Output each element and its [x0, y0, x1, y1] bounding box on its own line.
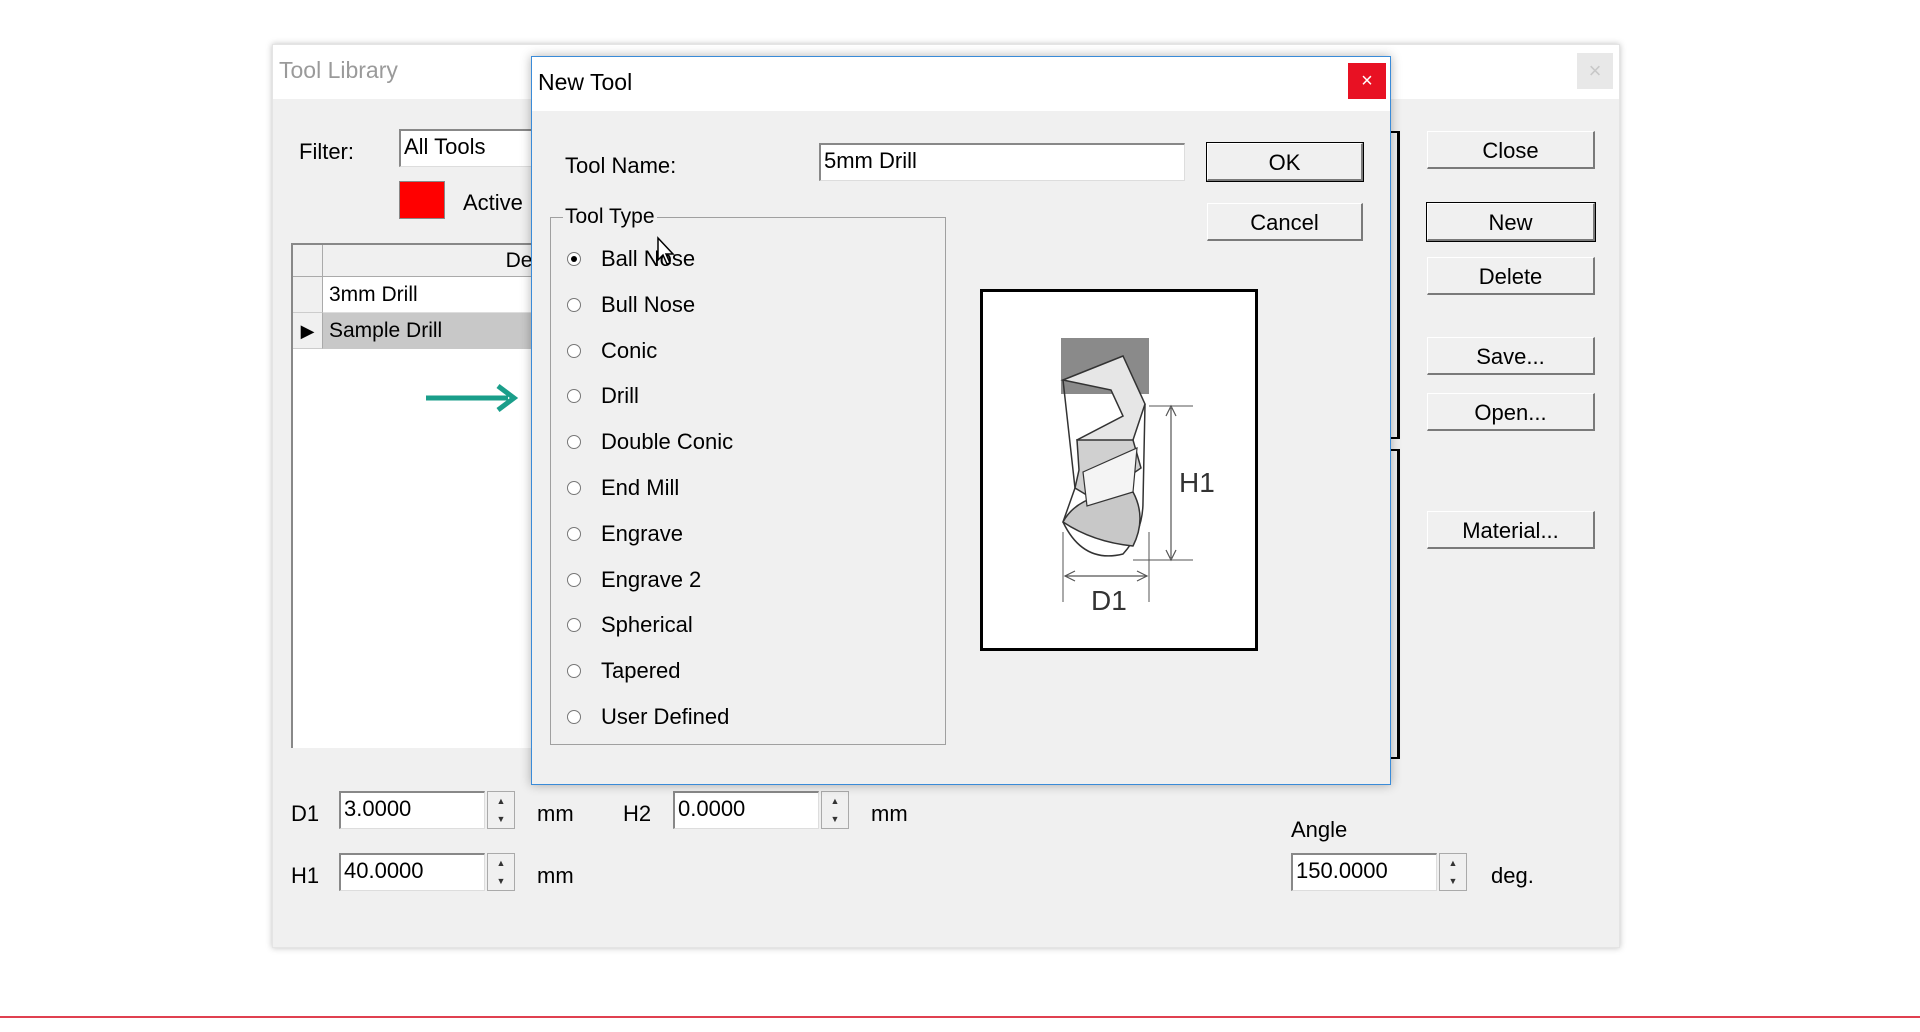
new-tool-dialog: New Tool × Tool Name: 5mm Drill OK Cance…	[531, 56, 1391, 785]
h2-label: H2	[623, 801, 652, 826]
radio-button[interactable]	[567, 526, 581, 541]
cancel-button[interactable]: Cancel	[1207, 203, 1363, 241]
radio-label: Conic	[601, 337, 658, 363]
h2-input[interactable]: 0.0000	[673, 791, 819, 829]
radio-button[interactable]	[567, 572, 581, 587]
radio-label: Tapered	[601, 658, 681, 684]
d1-label: D1	[291, 801, 320, 826]
radio-label: Bull Nose	[601, 291, 696, 317]
tool-name-input[interactable]: 5mm Drill	[819, 143, 1185, 181]
radio-double-conic[interactable]: Double Conic	[567, 427, 733, 457]
radio-tapered[interactable]: Tapered	[567, 656, 681, 686]
radio-end-mill[interactable]: End Mill	[567, 473, 679, 503]
radio-button[interactable]	[567, 481, 581, 495]
radio-button[interactable]	[567, 297, 581, 312]
radio-label: Ball Nose	[601, 246, 696, 271]
tool-type-label: Tool Type	[563, 205, 657, 229]
table-corner-header	[293, 245, 323, 277]
new-tool-title: New Tool	[538, 69, 633, 95]
ok-button[interactable]: OK	[1206, 142, 1364, 182]
close-icon[interactable]: ×	[1577, 53, 1613, 89]
filter-select[interactable]: All Tools	[399, 129, 549, 167]
radio-button[interactable]	[567, 435, 581, 450]
radio-button[interactable]	[567, 664, 581, 679]
angle-input[interactable]: 150.0000	[1291, 853, 1437, 891]
active-label: Active	[463, 190, 523, 215]
radio-button[interactable]	[567, 252, 581, 266]
h2-stepper[interactable]: ▲ ▼	[821, 791, 849, 829]
angle-unit: deg.	[1491, 863, 1534, 888]
table-header-description[interactable]: Des	[323, 245, 543, 277]
h1-label: H1	[291, 863, 320, 888]
table-row-selected[interactable]: Sample Drill	[323, 313, 543, 349]
row-selected-marker-icon[interactable]: ▶	[293, 313, 323, 349]
tool-library-title: Tool Library	[279, 57, 398, 83]
mouse-cursor-icon	[657, 236, 675, 265]
accent-line	[0, 1016, 1920, 1018]
tool-list-table[interactable]: Des 3mm Drill ▶ Sample Drill	[291, 243, 543, 748]
angle-stepper[interactable]: ▲ ▼	[1439, 853, 1467, 891]
delete-button[interactable]: Delete	[1427, 257, 1595, 295]
h1-stepper[interactable]: ▲ ▼	[487, 853, 515, 891]
h1-unit: mm	[537, 863, 574, 888]
diagram-h1-label: H1	[1179, 467, 1215, 498]
radio-label: Engrave 2	[601, 566, 702, 592]
radio-label: End Mill	[601, 475, 680, 500]
active-color-swatch[interactable]	[399, 181, 445, 219]
new-button[interactable]: New	[1426, 202, 1596, 242]
close-button[interactable]: Close	[1427, 131, 1595, 169]
radio-label: User Defined	[601, 704, 730, 729]
new-tool-titlebar: New Tool ×	[532, 57, 1390, 111]
radio-button[interactable]	[567, 618, 581, 633]
radio-engrave-2[interactable]: Engrave 2	[567, 565, 701, 595]
radio-button[interactable]	[567, 389, 581, 404]
radio-label: Double Conic	[601, 429, 734, 455]
radio-conic[interactable]: Conic	[567, 336, 657, 366]
tool-name-label: Tool Name:	[565, 153, 677, 178]
d1-stepper[interactable]: ▲ ▼	[487, 791, 515, 829]
open-button[interactable]: Open...	[1427, 393, 1595, 431]
radio-label: Drill	[601, 383, 639, 409]
diagram-d1-label: D1	[1091, 585, 1127, 616]
d1-unit: mm	[537, 801, 574, 826]
radio-label: Engrave	[601, 520, 683, 546]
radio-drill[interactable]: Drill	[567, 381, 639, 411]
radio-button[interactable]	[567, 343, 581, 358]
filter-label: Filter:	[299, 139, 354, 164]
radio-bull-nose[interactable]: Bull Nose	[567, 290, 695, 320]
annotation-arrow-icon	[426, 384, 519, 412]
angle-label: Angle	[1291, 817, 1348, 842]
h1-input[interactable]: 40.0000	[339, 853, 485, 891]
row-header[interactable]	[293, 277, 323, 313]
h2-unit: mm	[871, 801, 908, 826]
tool-type-group: Tool Type Ball Nose Bull Nose Conic Drill Do…	[550, 205, 946, 745]
radio-engrave[interactable]: Engrave	[567, 519, 683, 549]
radio-button[interactable]	[567, 710, 581, 724]
radio-user-defined[interactable]: User Defined	[567, 702, 729, 732]
save-button[interactable]: Save...	[1427, 337, 1595, 375]
tool-diagram: H1 D1	[980, 289, 1258, 651]
material-button[interactable]: Material...	[1427, 511, 1595, 549]
d1-input[interactable]: 3.0000	[339, 791, 485, 829]
radio-label: Spherical	[601, 612, 693, 638]
radio-spherical[interactable]: Spherical	[567, 610, 693, 640]
close-icon[interactable]: ×	[1348, 63, 1386, 99]
drill-diagram-icon: H1 D1	[1060, 338, 1215, 616]
table-row[interactable]: 3mm Drill	[323, 277, 543, 313]
